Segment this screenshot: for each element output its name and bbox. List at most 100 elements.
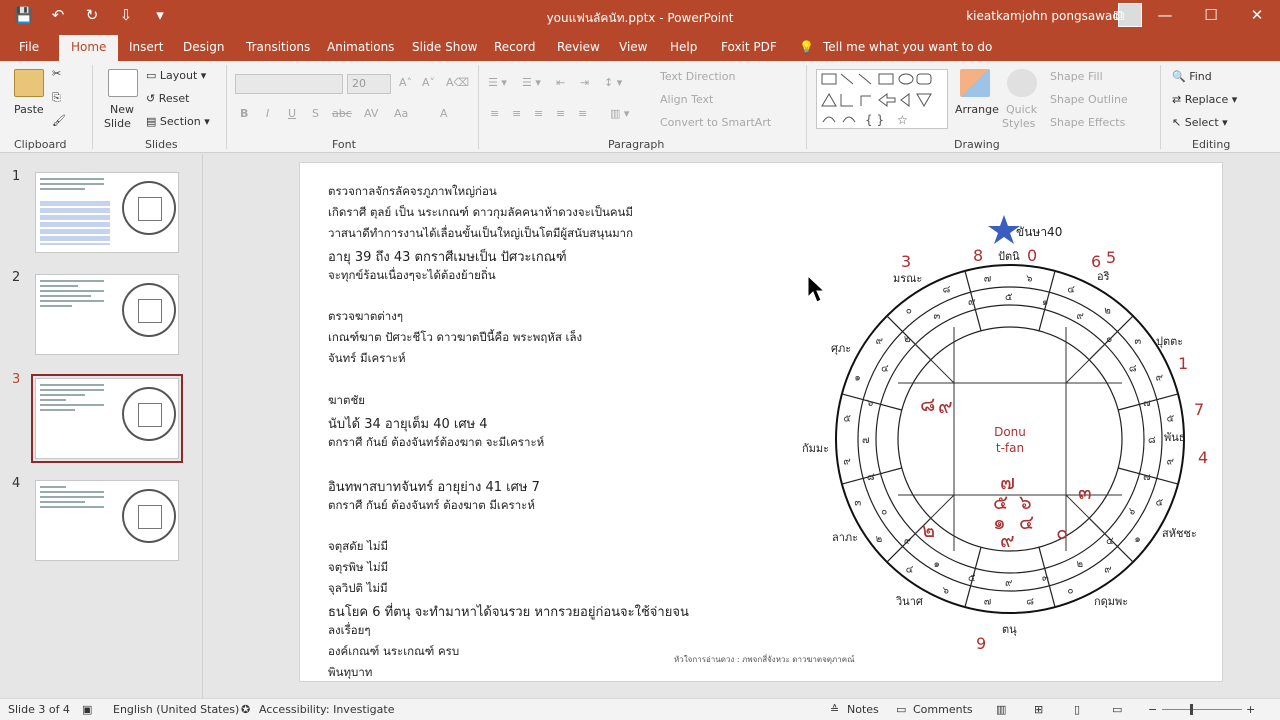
layout-button[interactable]: ▭ Layout ▾ bbox=[146, 69, 206, 82]
new-slide-button-line2[interactable]: Slide bbox=[104, 117, 131, 130]
bullets-icon[interactable]: ☰ ▾ bbox=[488, 76, 507, 89]
shrink-font-icon[interactable]: A˅ bbox=[422, 76, 435, 89]
tab-design[interactable]: Design bbox=[183, 40, 224, 54]
paste-icon[interactable] bbox=[14, 69, 44, 97]
ring-glyph: ๑ bbox=[854, 373, 860, 384]
ribbon-display-icon[interactable]: ⧉ bbox=[1096, 0, 1142, 35]
shadow-button[interactable]: S bbox=[312, 107, 319, 120]
maximize-button[interactable]: ☐ bbox=[1188, 0, 1234, 35]
numbering-icon[interactable]: ☰ ▾ bbox=[522, 76, 541, 89]
zoom-slider[interactable] bbox=[1162, 709, 1242, 710]
convert-smartart-button[interactable]: Convert to SmartArt bbox=[660, 116, 771, 129]
tab-home[interactable]: Home bbox=[59, 35, 119, 61]
tab-foxit-pdf[interactable]: Foxit PDF bbox=[721, 40, 777, 54]
slide-thumbnail-3[interactable] bbox=[31, 374, 183, 463]
copy-icon[interactable]: ⎘ bbox=[52, 91, 61, 105]
spellcheck-icon[interactable]: ▣ bbox=[82, 703, 92, 716]
new-slide-icon[interactable] bbox=[108, 69, 138, 97]
accessibility-icon[interactable]: ✪ bbox=[241, 703, 250, 716]
slide-sorter-icon[interactable]: ⊞ bbox=[1034, 703, 1043, 716]
astrology-wheel[interactable]: Donu t-fan ๘๙๗๕๖๑๔๙๒๐๓๘๙๗๕๖๑๔๙๒๐๓๘๙๗๕๖๑๔… bbox=[300, 163, 1224, 683]
quick-styles-icon[interactable] bbox=[1007, 69, 1037, 97]
char-spacing-button[interactable]: AV bbox=[364, 107, 378, 120]
notes-button[interactable]: Notes bbox=[847, 703, 879, 716]
font-family-combo[interactable] bbox=[235, 74, 343, 94]
font-color-button[interactable]: A bbox=[440, 107, 448, 120]
shapes-gallery[interactable]: { } ☆ bbox=[816, 69, 948, 129]
slide-thumbnail-1[interactable] bbox=[35, 172, 179, 253]
accessibility-status[interactable]: Accessibility: Investigate bbox=[259, 703, 395, 716]
normal-view-icon[interactable]: ▥ bbox=[996, 703, 1006, 716]
language-indicator[interactable]: English (United States) bbox=[113, 703, 239, 716]
indent-decrease-icon[interactable]: ⇤ bbox=[556, 76, 565, 89]
tab-record[interactable]: Record bbox=[494, 40, 535, 54]
window-controls: ⧉ — ☐ ✕ bbox=[1096, 0, 1280, 35]
shapes-gallery-icons[interactable]: { } ☆ bbox=[817, 70, 949, 130]
format-painter-icon[interactable]: 🖌 bbox=[52, 114, 66, 127]
align-text-button[interactable]: Align Text bbox=[660, 93, 713, 106]
inner-digit: ๘ bbox=[920, 392, 935, 416]
indent-increase-icon[interactable]: ⇥ bbox=[580, 76, 589, 89]
italic-button[interactable]: I bbox=[266, 107, 269, 120]
tab-file[interactable]: File bbox=[19, 40, 39, 54]
slide-thumbnail-4[interactable] bbox=[35, 480, 179, 561]
minimize-button[interactable]: — bbox=[1142, 0, 1188, 35]
divider bbox=[92, 65, 93, 149]
house-name: มรณะ bbox=[893, 272, 922, 285]
red-number: 6 bbox=[1091, 252, 1101, 271]
quick-styles-button[interactable]: Quick bbox=[1006, 103, 1037, 116]
section-button[interactable]: ▤ Section ▾ bbox=[146, 115, 210, 128]
zoom-slider-thumb[interactable] bbox=[1190, 704, 1193, 715]
arrange-button[interactable]: Arrange bbox=[955, 103, 999, 116]
replace-button[interactable]: ⇄ Replace ▾ bbox=[1172, 93, 1237, 106]
tab-insert[interactable]: Insert bbox=[129, 40, 163, 54]
align-center-icon[interactable]: ≡ bbox=[512, 107, 521, 120]
notes-icon[interactable]: ≙ bbox=[830, 703, 839, 716]
strikethrough-button[interactable]: abc bbox=[332, 107, 352, 120]
arrange-icon[interactable] bbox=[960, 69, 990, 97]
shape-fill-button[interactable]: Shape Fill bbox=[1050, 70, 1103, 83]
ring-glyph: ๗ bbox=[1143, 398, 1151, 409]
clear-format-icon[interactable]: A⌫ bbox=[446, 76, 469, 89]
zoom-in-icon[interactable]: + bbox=[1246, 703, 1255, 716]
comments-icon[interactable]: ▭ bbox=[896, 703, 906, 716]
tab-animations[interactable]: Animations bbox=[327, 40, 394, 54]
quick-styles-button-line2[interactable]: Styles bbox=[1002, 117, 1035, 130]
tab-help[interactable]: Help bbox=[670, 40, 697, 54]
font-size-combo[interactable]: 20 bbox=[347, 74, 391, 94]
grow-font-icon[interactable]: A˄ bbox=[399, 76, 412, 89]
title-bar: 💾 ↶ ↻ ⇩ ▾ youแฟนลัคนัท.pptx - PowerPoint… bbox=[0, 0, 1280, 35]
comments-button[interactable]: Comments bbox=[913, 703, 973, 716]
select-button[interactable]: ↖ Select ▾ bbox=[1172, 116, 1228, 129]
slideshow-view-icon[interactable]: ▭ bbox=[1112, 703, 1122, 716]
shape-effects-button[interactable]: Shape Effects bbox=[1050, 116, 1125, 129]
align-left-icon[interactable]: ≡ bbox=[490, 107, 499, 120]
cut-icon[interactable]: ✂ bbox=[52, 67, 61, 80]
underline-button[interactable]: U bbox=[288, 107, 296, 120]
tell-me-search[interactable]: Tell me what you want to do bbox=[823, 40, 992, 54]
reset-button[interactable]: ↺ Reset bbox=[146, 92, 189, 105]
tab-view[interactable]: View bbox=[619, 40, 647, 54]
change-case-button[interactable]: Aa bbox=[394, 107, 408, 120]
ring-glyph: ๙ bbox=[1104, 564, 1111, 575]
slide-canvas[interactable]: ตรวจกาลจักรลัคจรภูภาพใหญ่ก่อน เกิดราศี ตุ… bbox=[299, 162, 1223, 682]
tab-review[interactable]: Review bbox=[557, 40, 600, 54]
align-right-icon[interactable]: ≡ bbox=[534, 107, 543, 120]
columns-icon[interactable]: ▥ ▾ bbox=[610, 107, 629, 120]
new-slide-button[interactable]: New bbox=[110, 103, 134, 116]
distributed-icon[interactable]: ≡ bbox=[578, 107, 587, 120]
ring-glyph: ๕ bbox=[1005, 292, 1013, 303]
shape-outline-button[interactable]: Shape Outline bbox=[1050, 93, 1128, 106]
bold-button[interactable]: B bbox=[240, 107, 248, 120]
text-direction-button[interactable]: Text Direction bbox=[660, 70, 735, 83]
find-button[interactable]: 🔍 Find bbox=[1172, 70, 1212, 83]
justify-icon[interactable]: ≡ bbox=[556, 107, 565, 120]
paste-button[interactable]: Paste bbox=[14, 103, 44, 116]
tab-transitions[interactable]: Transitions bbox=[246, 40, 310, 54]
line-spacing-icon[interactable]: ↕ ▾ bbox=[604, 76, 622, 89]
slide-thumbnail-2[interactable] bbox=[35, 274, 179, 355]
zoom-out-icon[interactable]: − bbox=[1148, 703, 1157, 716]
reading-view-icon[interactable]: ▯ bbox=[1074, 703, 1080, 716]
close-button[interactable]: ✕ bbox=[1234, 0, 1280, 35]
tab-slide-show[interactable]: Slide Show bbox=[412, 40, 477, 54]
